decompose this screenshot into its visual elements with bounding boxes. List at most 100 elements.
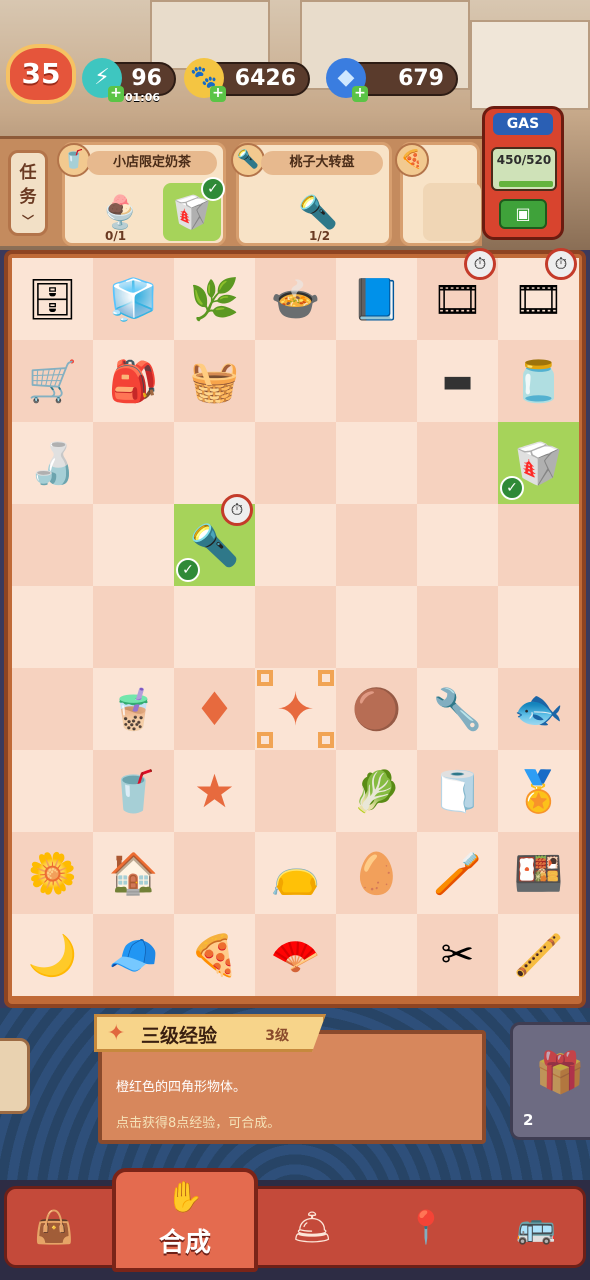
board-cell[interactable]: 🧻: [417, 750, 498, 832]
board-cell[interactable]: [336, 422, 417, 504]
board-cell[interactable]: 🍱: [498, 832, 579, 914]
gas-fill-bar: [499, 181, 553, 187]
board-cell[interactable]: [255, 340, 336, 422]
gift-box-icon: 🎁: [535, 1050, 585, 1096]
board-cell[interactable]: 🥤: [93, 750, 174, 832]
board-cell[interactable]: 🥡 ✓: [498, 422, 579, 504]
board-cell[interactable]: 🗄: [12, 258, 93, 340]
task-card-partial[interactable]: 🍕: [395, 142, 481, 246]
gem-counter[interactable]: ◆ + 679: [326, 58, 458, 102]
board-cell[interactable]: [255, 586, 336, 668]
board-cell[interactable]: [498, 586, 579, 668]
task-tab[interactable]: 任务 ﹀: [8, 150, 48, 236]
board-cell[interactable]: 🏠: [93, 832, 174, 914]
add-coin-icon[interactable]: +: [210, 86, 226, 102]
board-cell[interactable]: 🪈: [498, 914, 579, 996]
task-card-peach-wheel[interactable]: 🔦 桃子大转盘 🔦 1/2: [231, 142, 392, 246]
board-cell[interactable]: 🌼: [12, 832, 93, 914]
board-cell[interactable]: [174, 422, 255, 504]
coin-counter[interactable]: 🐾 + 6426: [184, 58, 310, 102]
board-cell[interactable]: 🎞 ⏱: [498, 248, 579, 340]
board-cell[interactable]: [12, 504, 93, 586]
board-cell[interactable]: 🧊: [93, 258, 174, 340]
board-cell[interactable]: 🫙: [498, 340, 579, 422]
board-cell[interactable]: ✦: [255, 668, 336, 750]
add-gem-icon[interactable]: +: [352, 86, 368, 102]
board-cell[interactable]: 🧋: [93, 668, 174, 750]
board-cell[interactable]: 🎞 ⏱: [417, 248, 498, 340]
board-cell[interactable]: 🌿: [174, 258, 255, 340]
board-cell[interactable]: [93, 504, 174, 586]
board-cell[interactable]: 🛒: [12, 340, 93, 422]
board-cell[interactable]: 🍶: [12, 422, 93, 504]
stopwatch-icon: ⏱: [221, 494, 253, 526]
board-cell[interactable]: 🌙: [12, 914, 93, 996]
service-bell-icon[interactable]: 🛎: [282, 1202, 342, 1252]
board-cell[interactable]: 🧺: [174, 340, 255, 422]
board-cell[interactable]: [255, 504, 336, 586]
board-cell[interactable]: 🔧: [417, 668, 498, 750]
selection-corner: [257, 670, 273, 686]
board-cell[interactable]: [336, 504, 417, 586]
shop-bag-icon[interactable]: 👜: [24, 1202, 84, 1252]
board-cell[interactable]: [174, 586, 255, 668]
board-cell[interactable]: 🏅: [498, 750, 579, 832]
board-cell[interactable]: [336, 340, 417, 422]
check-icon: ✓: [500, 476, 524, 500]
bus-icon[interactable]: 🚌: [504, 1202, 568, 1252]
gas-pump[interactable]: GAS 450/520 ▣: [482, 106, 564, 240]
board-cell[interactable]: ♦: [174, 668, 255, 750]
board-cell[interactable]: [12, 668, 93, 750]
milk-tea-icon: 🥤: [57, 143, 91, 177]
board-cell[interactable]: 🪥: [417, 832, 498, 914]
board-cell[interactable]: 🥬: [336, 750, 417, 832]
building: [470, 20, 590, 110]
board-cell[interactable]: 🧢: [93, 914, 174, 996]
board-cell[interactable]: [93, 422, 174, 504]
board-cell[interactable]: [498, 504, 579, 586]
board-cell[interactable]: [255, 422, 336, 504]
board-cell[interactable]: [12, 750, 93, 832]
left-side-button[interactable]: [0, 1038, 30, 1114]
board-cell[interactable]: [417, 422, 498, 504]
board-cell[interactable]: 🥚: [336, 832, 417, 914]
board-cell[interactable]: 🪭: [255, 914, 336, 996]
board-cell[interactable]: 📘: [336, 258, 417, 340]
board-cell[interactable]: 🎒: [93, 340, 174, 422]
board-cell[interactable]: [174, 832, 255, 914]
board-cell[interactable]: [12, 586, 93, 668]
board-cell[interactable]: 🍲: [255, 258, 336, 340]
star-gem-icon: ★: [193, 764, 236, 818]
fish-plate-icon: 🐟: [513, 686, 564, 733]
task-card-milk-tea[interactable]: 🥤 小店限定奶茶 🍨 🥡 ✓ 0/1: [57, 142, 226, 246]
nav-tab-merge[interactable]: ✋ 合成: [112, 1168, 258, 1272]
board-cell[interactable]: [255, 750, 336, 832]
board-cell[interactable]: 🐟: [498, 668, 579, 750]
refill-gas-button[interactable]: ▣: [499, 199, 547, 229]
storage-button[interactable]: 🎁 2: [510, 1022, 590, 1140]
board-cell[interactable]: [336, 914, 417, 996]
board-cell[interactable]: [336, 586, 417, 668]
board-cell[interactable]: ✂: [417, 914, 498, 996]
gas-reading: 450/520: [496, 153, 552, 167]
chevron-down-icon: ﹀: [21, 214, 34, 228]
board-cell[interactable]: 🍕: [174, 914, 255, 996]
board-cell[interactable]: ★: [174, 750, 255, 832]
board-cell[interactable]: 🟤: [336, 668, 417, 750]
board-cell[interactable]: [417, 504, 498, 586]
notebook-icon: 📘: [351, 276, 402, 323]
level-badge[interactable]: 35: [6, 44, 76, 104]
egg-icon: 🥚: [351, 850, 402, 897]
board-cell[interactable]: 🔦 ✓ ⏱: [174, 494, 255, 586]
stopwatch-icon: ⏱: [464, 248, 496, 280]
board-cell[interactable]: [93, 586, 174, 668]
add-energy-icon[interactable]: +: [108, 86, 124, 102]
board-cell[interactable]: 👝: [255, 832, 336, 914]
soy-bottle-icon: 🍶: [27, 440, 78, 487]
film-roll-pair-icon: 🎞: [513, 276, 564, 323]
task-tab-label: 任务: [19, 163, 37, 207]
board-cell[interactable]: [417, 586, 498, 668]
map-pin-icon[interactable]: 📍: [396, 1202, 456, 1252]
energy-counter[interactable]: ⚡ + 96 01:06: [82, 58, 176, 104]
board-cell[interactable]: ▬: [417, 340, 498, 422]
